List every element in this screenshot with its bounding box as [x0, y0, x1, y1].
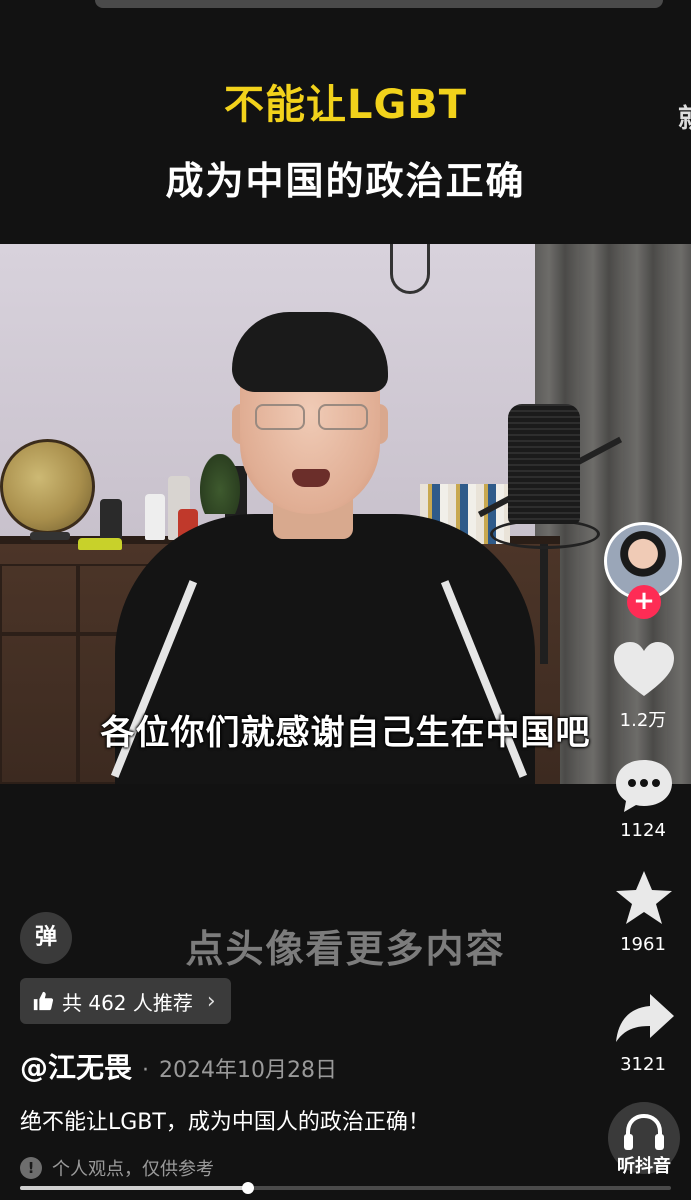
favorite-count: 1961 — [620, 934, 666, 955]
separator-dot: · — [142, 1058, 150, 1083]
video-microphone — [508, 404, 580, 524]
video-description[interactable]: 绝不能让LGBT，成为中国人的政治正确！ — [20, 1104, 430, 1136]
video-title-line-1: 不能让LGBT — [223, 82, 468, 128]
video-person-glasses — [318, 404, 368, 430]
video-title-line-2: 成为中国的政治正确 — [165, 159, 526, 203]
video-globe — [0, 439, 95, 534]
heart-icon[interactable] — [612, 640, 676, 700]
video-bottle — [145, 494, 165, 540]
share-icon[interactable] — [612, 988, 676, 1048]
video-cable — [390, 244, 430, 294]
progress-fill — [20, 1186, 248, 1190]
thumbs-up-icon — [33, 991, 54, 1011]
disclaimer: ! 个人观点，仅供参考 — [20, 1155, 214, 1181]
video-subtitle: 各位你们就感谢自己生在中国吧 — [100, 713, 591, 753]
video-mic-stand — [540, 544, 548, 664]
author-line: @江无畏 · 2024年10月28日 — [20, 1046, 337, 1084]
video-progress-bar[interactable] — [20, 1182, 671, 1194]
video-globe-stand — [30, 532, 70, 540]
video-bottle — [100, 499, 122, 539]
progress-knob[interactable] — [241, 1182, 254, 1194]
recommend-button[interactable]: 共 462 人推荐 › — [20, 978, 231, 1024]
danmu-button[interactable]: 弹 — [20, 912, 72, 964]
video-frame[interactable] — [0, 244, 691, 784]
author-name[interactable]: @江无畏 — [20, 1046, 132, 1086]
video-plant — [200, 454, 240, 514]
listen-label: 听抖音 — [617, 1156, 671, 1177]
comment-icon[interactable] — [612, 756, 676, 816]
share-count: 3121 — [620, 1054, 666, 1075]
star-icon[interactable] — [612, 868, 676, 928]
video-drawer — [0, 564, 78, 634]
more-content-hint: 点头像看更多内容 — [185, 927, 506, 971]
video-person-glasses — [255, 404, 305, 430]
follow-button[interactable]: + — [627, 585, 661, 619]
like-count: 1.2万 — [619, 710, 667, 731]
post-date: 2024年10月28日 — [159, 1058, 337, 1083]
comment-count: 1124 — [620, 820, 666, 841]
top-handle-bar — [95, 0, 663, 8]
alert-icon: ! — [20, 1157, 42, 1179]
recommend-text: 共 462 人推荐 — [62, 990, 193, 1015]
chevron-right-icon: › — [206, 988, 216, 1014]
video-box — [78, 538, 122, 550]
video-person-mouth — [292, 469, 330, 487]
disclaimer-text: 个人观点，仅供参考 — [52, 1159, 214, 1180]
video-person-hair — [232, 312, 388, 392]
